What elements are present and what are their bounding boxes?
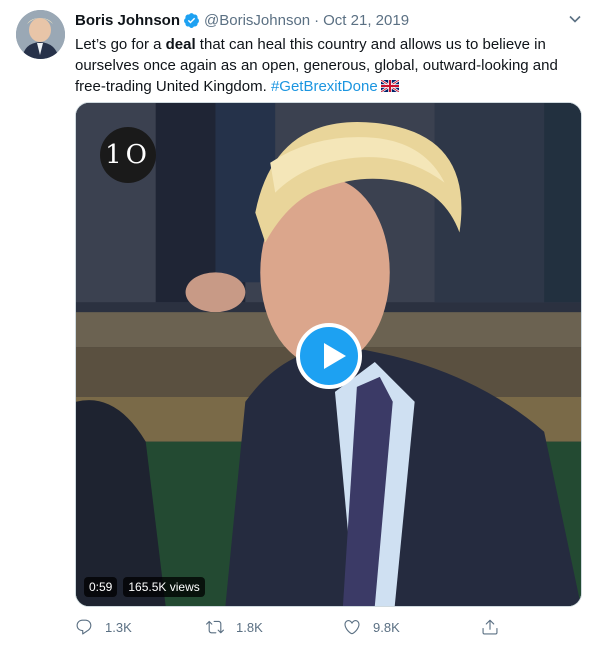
retweet-icon bbox=[206, 620, 224, 634]
uk-flag-emoji bbox=[380, 80, 399, 92]
reply-icon bbox=[76, 619, 92, 635]
retweet-count: 1.8K bbox=[236, 619, 263, 635]
tweet-header: Boris Johnson @BorisJohnson · Oct 21, 20… bbox=[75, 10, 578, 30]
tweet-text-bold: deal bbox=[165, 36, 196, 53]
like-count: 9.8K bbox=[373, 619, 400, 635]
separator-dot: · bbox=[314, 11, 320, 29]
reply-count: 1.3K bbox=[105, 619, 132, 635]
video-duration: 0:59 bbox=[84, 577, 118, 597]
play-icon[interactable] bbox=[296, 323, 362, 389]
reply-button[interactable]: 1.3K bbox=[75, 618, 132, 636]
channel-badge: 1O bbox=[100, 127, 156, 183]
video-player[interactable]: 1O 0:59 165.5K views bbox=[75, 102, 582, 607]
tweet-date[interactable]: Oct 21, 2019 bbox=[323, 12, 409, 29]
like-icon bbox=[344, 620, 360, 635]
like-button[interactable]: 9.8K bbox=[343, 618, 400, 636]
avatar[interactable] bbox=[16, 10, 65, 59]
share-icon bbox=[482, 619, 498, 635]
share-button[interactable] bbox=[481, 618, 511, 636]
author-handle[interactable]: @BorisJohnson bbox=[204, 12, 310, 29]
verified-badge-icon bbox=[184, 12, 199, 28]
tweet-text-part: Let’s go for a bbox=[75, 36, 166, 53]
video-stats: 0:59 165.5K views bbox=[84, 577, 205, 597]
action-bar: 1.3K 1.8K 9.8K bbox=[75, 618, 515, 642]
chevron-down-icon[interactable] bbox=[568, 12, 582, 26]
tweet-text: Let’s go for a deal that can heal this c… bbox=[75, 34, 565, 97]
author-name[interactable]: Boris Johnson bbox=[75, 12, 180, 29]
video-views: 165.5K views bbox=[123, 577, 205, 597]
hashtag-link[interactable]: #GetBrexitDone bbox=[271, 78, 378, 95]
retweet-button[interactable]: 1.8K bbox=[206, 618, 263, 636]
